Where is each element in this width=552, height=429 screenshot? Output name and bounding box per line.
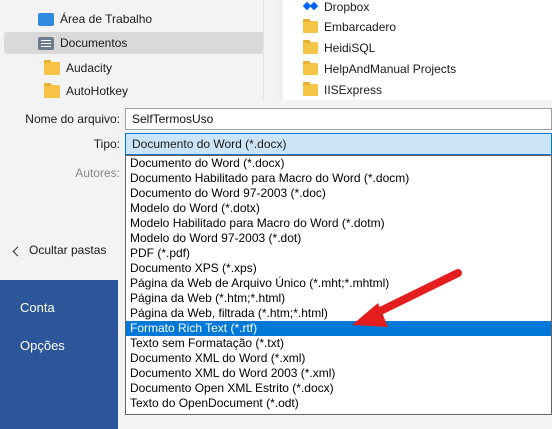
nav-item-audacity[interactable]: Audacity	[4, 57, 264, 79]
navigation-pane: Área de Trabalho Documentos Audacity Aut…	[0, 0, 275, 100]
type-label: Tipo:	[93, 137, 120, 151]
dropdown-option[interactable]: Documento do Word 97-2003 (*.doc)	[126, 186, 551, 201]
hide-folders-button[interactable]: Ocultar pastas	[12, 243, 107, 257]
filename-input[interactable]	[125, 108, 552, 130]
nav-item-desktop[interactable]: Área de Trabalho	[4, 8, 264, 30]
dropdown-option[interactable]: Texto do OpenDocument (*.odt)	[126, 396, 551, 411]
file-item-heidisql[interactable]: HeidiSQL	[303, 38, 375, 58]
dropdown-option[interactable]: Documento XML do Word 2003 (*.xml)	[126, 366, 551, 381]
dropdown-option[interactable]: Documento do Word (*.docx)	[126, 156, 551, 171]
nav-item-label: AutoHotkey	[66, 84, 129, 98]
file-item-label: HeidiSQL	[324, 41, 376, 55]
file-type-select[interactable]: Documento do Word (*.docx)	[125, 133, 552, 155]
nav-item-label: Área de Trabalho	[60, 12, 153, 26]
nav-item-label: Audacity	[66, 61, 113, 75]
file-item-dropbox[interactable]: Dropbox	[303, 0, 369, 17]
nav-item-label: Documentos	[60, 36, 128, 50]
file-item-helpandmanual[interactable]: HelpAndManual Projects	[303, 59, 456, 79]
folder-icon	[303, 61, 318, 75]
backstage-account[interactable]: Conta	[20, 300, 55, 315]
dropbox-icon	[303, 1, 318, 13]
dropdown-option[interactable]: Modelo Habilitado para Macro do Word (*.…	[126, 216, 551, 231]
dropdown-option[interactable]: Modelo do Word (*.dotx)	[126, 201, 551, 216]
filename-label: Nome do arquivo:	[25, 112, 120, 126]
dropdown-option[interactable]: PDF (*.pdf)	[126, 246, 551, 261]
dropdown-option[interactable]: Formato Rich Text (*.rtf)	[126, 321, 551, 336]
file-item-label: Embarcadero	[324, 20, 397, 34]
dropdown-option[interactable]: Documento Habilitado para Macro do Word …	[126, 171, 551, 186]
file-type-selected-value: Documento do Word (*.docx)	[132, 137, 287, 151]
folder-icon	[303, 40, 318, 54]
dropdown-option[interactable]: Documento Open XML Estrito (*.docx)	[126, 381, 551, 396]
file-item-label: Dropbox	[324, 0, 370, 14]
file-list: Dropbox Embarcadero HeidiSQL HelpAndManu…	[283, 0, 552, 100]
file-type-dropdown-list: Documento do Word (*.docx) Documento Habi…	[125, 155, 552, 415]
authors-label: Autores:	[75, 166, 120, 180]
dropdown-option[interactable]: Texto sem Formatação (*.txt)	[126, 336, 551, 351]
nav-scrollbar[interactable]	[263, 0, 276, 100]
hide-folders-label: Ocultar pastas	[29, 243, 107, 257]
dropdown-option[interactable]: Página da Web (*.htm;*.html)	[126, 291, 551, 306]
nav-item-autohotkey[interactable]: AutoHotkey	[4, 80, 264, 102]
dropdown-option[interactable]: Página da Web de Arquivo Único (*.mht;*.…	[126, 276, 551, 291]
nav-item-documents[interactable]: Documentos	[4, 32, 264, 54]
file-item-embarcadero[interactable]: Embarcadero	[303, 17, 396, 37]
folder-icon	[44, 59, 60, 75]
folder-icon	[303, 82, 318, 96]
dropdown-option[interactable]: Documento XPS (*.xps)	[126, 261, 551, 276]
file-item-label: HelpAndManual Projects	[324, 62, 457, 76]
folder-icon	[44, 82, 60, 98]
desktop-icon	[38, 12, 54, 26]
file-item-iisexpress[interactable]: IISExpress	[303, 80, 382, 100]
backstage-options[interactable]: Opções	[20, 338, 65, 353]
chevron-up-icon	[12, 246, 23, 257]
documents-icon	[38, 36, 54, 50]
dropdown-option[interactable]: Modelo do Word 97-2003 (*.dot)	[126, 231, 551, 246]
dropdown-option[interactable]: Documento XML do Word (*.xml)	[126, 351, 551, 366]
file-item-label: IISExpress	[324, 83, 383, 97]
folder-icon	[303, 19, 318, 33]
dropdown-option[interactable]: Página da Web, filtrada (*.htm;*.html)	[126, 306, 551, 321]
